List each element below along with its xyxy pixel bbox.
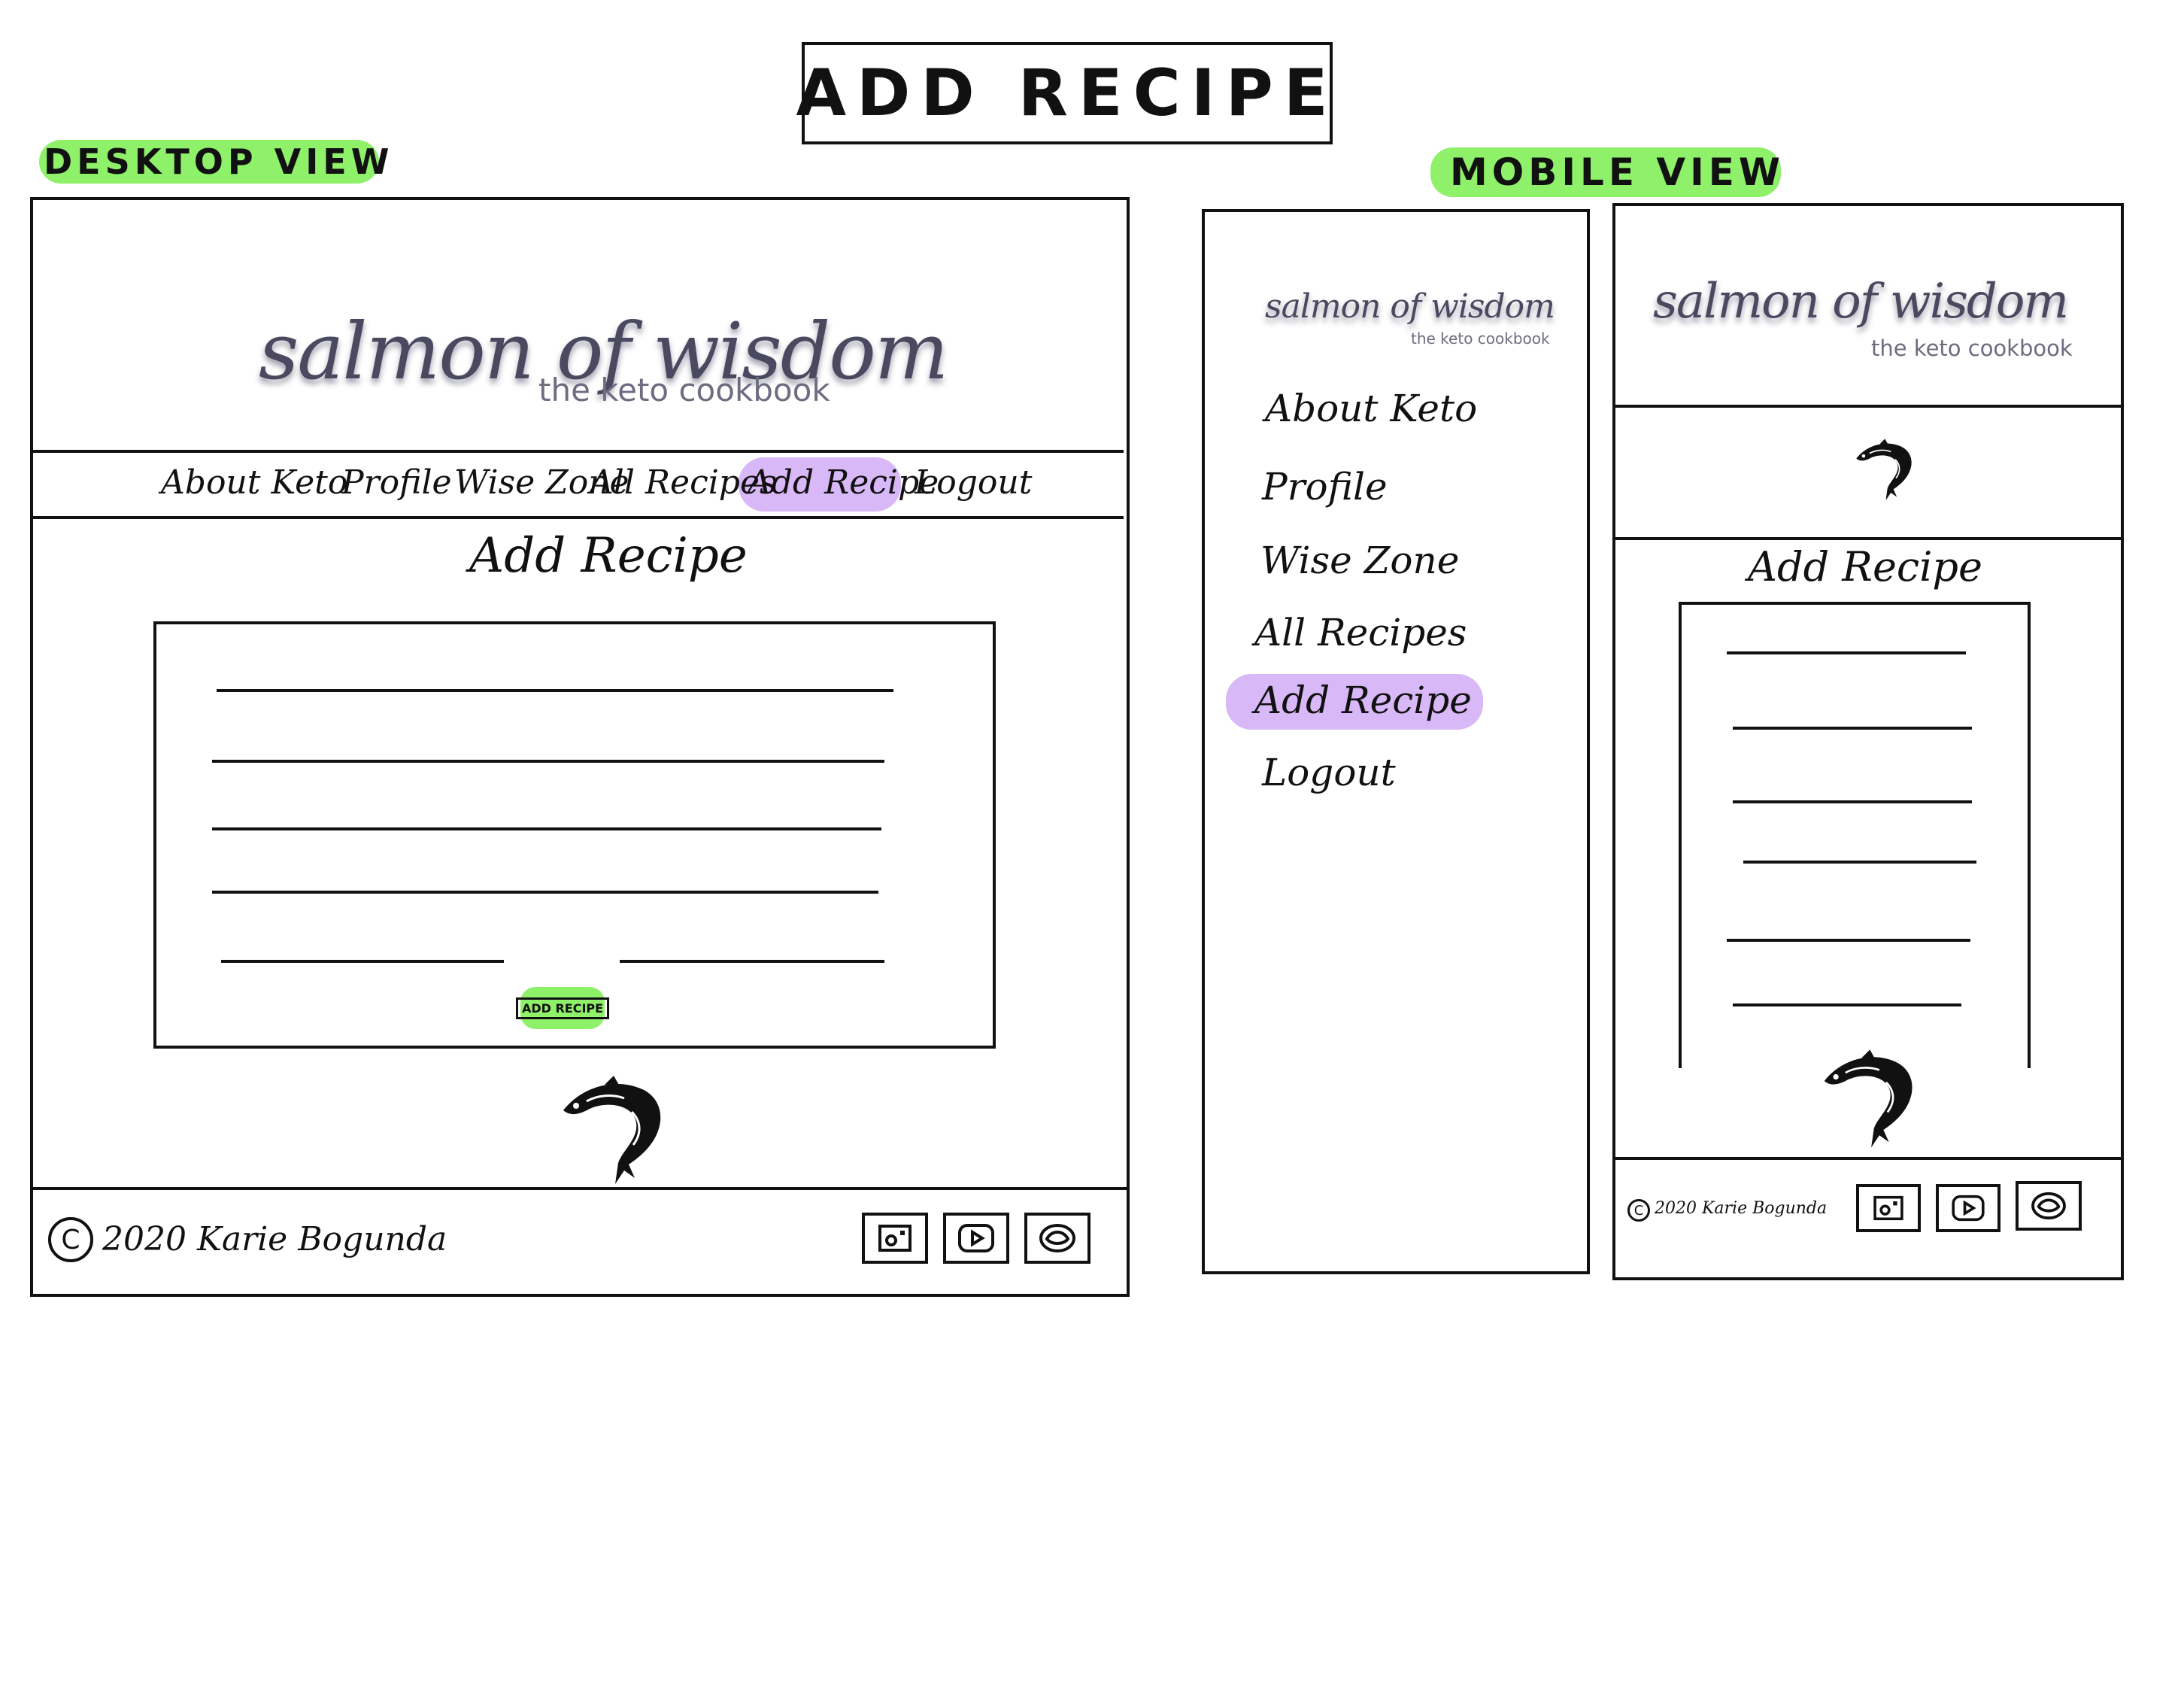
nav-bottom-divider — [33, 516, 1124, 519]
other-social-icon[interactable] — [2016, 1181, 2082, 1231]
form-field-line[interactable] — [212, 827, 881, 830]
page-title-box: ADD RECIPE — [796, 42, 1333, 144]
instagram-icon[interactable] — [862, 1213, 928, 1264]
logo-title: salmon of wisdom — [1653, 274, 2069, 329]
form-field-line[interactable] — [1743, 861, 1976, 864]
copyright-icon: C — [48, 1217, 93, 1262]
logo-subtitle: the keto cookbook — [1871, 335, 2073, 361]
other-social-icon[interactable] — [1024, 1213, 1090, 1264]
form-field-line[interactable] — [1727, 651, 1966, 654]
nav-item-logout[interactable]: Logout — [915, 463, 1032, 502]
copyright-text: 2020 Karie Bogunda — [1655, 1199, 1828, 1218]
add-recipe-submit-button[interactable]: ADD RECIPE — [515, 987, 610, 1029]
nav-item-about-keto[interactable]: About Keto — [161, 463, 347, 502]
mobile-view-label: MOBILE VIEW — [1430, 147, 1781, 197]
form-field-line[interactable] — [1733, 800, 1972, 803]
youtube-icon[interactable] — [1936, 1184, 2000, 1232]
menu-item-add-recipe[interactable]: Add Recipe — [1254, 679, 1472, 722]
desktop-frame: salmon of wisdom the keto cookbook About… — [30, 197, 1130, 1297]
mobile-footer: C 2020 Karie Bogunda — [1615, 1160, 2121, 1273]
youtube-icon[interactable] — [943, 1213, 1009, 1264]
add-recipe-form: ADD RECIPE — [153, 621, 996, 1049]
menu-item-wise-zone[interactable]: Wise Zone — [1260, 539, 1459, 582]
form-field-line[interactable] — [1727, 939, 1970, 942]
form-field-line[interactable] — [212, 760, 884, 763]
menu-item-logout[interactable]: Logout — [1262, 751, 1396, 794]
form-field-line[interactable] — [212, 891, 878, 894]
hamburger-fish-icon[interactable] — [1850, 436, 1922, 502]
copyright-icon: C — [1627, 1199, 1650, 1222]
form-field-line[interactable] — [1733, 1003, 1961, 1006]
submit-button-label: ADD RECIPE — [515, 997, 610, 1019]
menu-item-profile[interactable]: Profile — [1262, 465, 1388, 509]
add-recipe-heading: Add Recipe — [1748, 543, 1982, 590]
salmon-logo-icon — [1823, 1049, 1913, 1149]
form-field-line[interactable] — [221, 960, 504, 963]
desktop-footer: C 2020 Karie Bogunda — [33, 1190, 1127, 1294]
mobile-page-frame: salmon of wisdom the keto cookbook Add R… — [1612, 203, 2124, 1280]
copyright-text: 2020 Karie Bogunda — [102, 1220, 447, 1258]
mobile-menu-logo[interactable]: salmon of wisdom the keto cookbook — [1265, 287, 1581, 378]
nav-item-profile[interactable]: Profile — [341, 463, 452, 502]
menu-item-all-recipes[interactable]: All Recipes — [1254, 611, 1467, 654]
desktop-logo[interactable]: salmon of wisdom the keto cookbook — [229, 275, 949, 426]
nav-item-add-recipe[interactable]: Add Recipe — [748, 463, 939, 502]
form-field-line[interactable] — [217, 689, 893, 692]
mobile-menu-frame: salmon of wisdom the keto cookbook About… — [1202, 209, 1590, 1274]
desktop-nav: About Keto Profile Wise Zone All Recipes… — [33, 453, 1127, 515]
form-field-line[interactable] — [1733, 727, 1972, 730]
page-title: ADD RECIPE — [796, 56, 1339, 131]
form-field-line[interactable] — [620, 960, 884, 963]
toggle-divider — [1615, 537, 2121, 540]
add-recipe-heading: Add Recipe — [469, 528, 748, 584]
desktop-view-label: DESKTOP VIEW — [39, 140, 389, 184]
header-divider — [1615, 405, 2121, 408]
logo-subtitle: the keto cookbook — [1411, 329, 1550, 348]
menu-item-about-keto[interactable]: About Keto — [1265, 387, 1477, 430]
mobile-page-logo[interactable]: salmon of wisdom the keto cookbook — [1653, 274, 2104, 387]
logo-title: salmon of wisdom — [1265, 287, 1555, 326]
salmon-logo-icon — [562, 1074, 662, 1186]
logo-subtitle: the keto cookbook — [538, 372, 830, 408]
instagram-icon[interactable] — [1856, 1184, 1921, 1232]
mobile-add-recipe-form — [1679, 602, 2031, 1068]
